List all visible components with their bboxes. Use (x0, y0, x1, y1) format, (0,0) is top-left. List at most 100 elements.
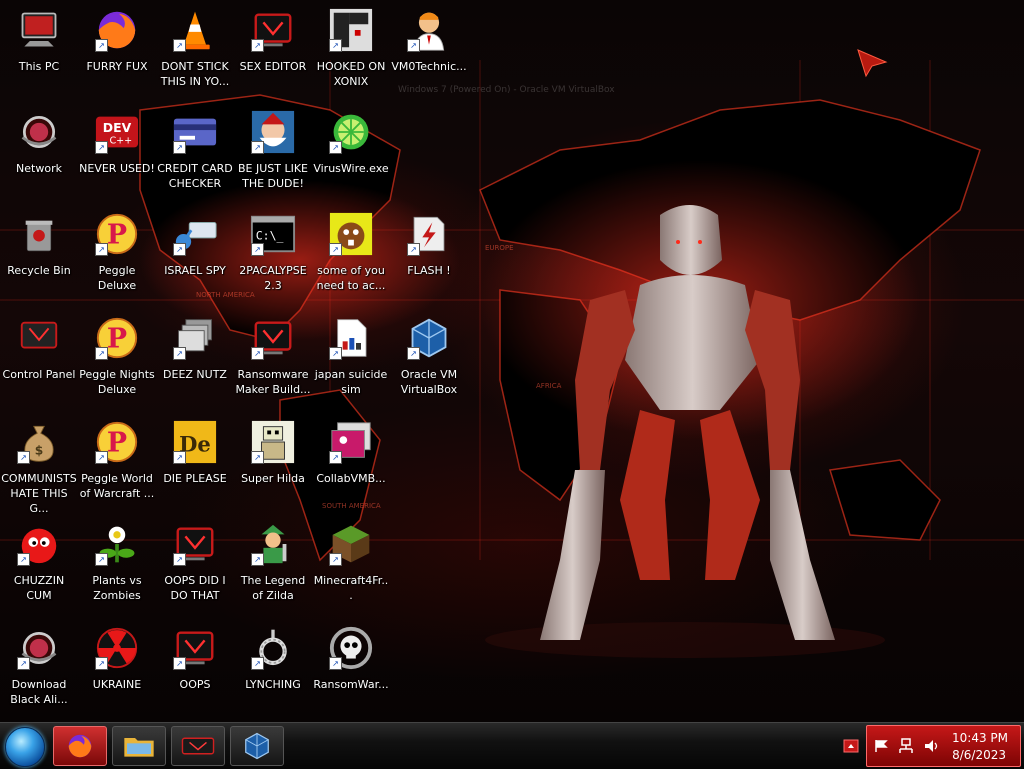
desktop-icon[interactable]: ↗ RansomWar... (312, 624, 390, 692)
document-icon: ↗ (327, 314, 375, 362)
desktop-icon-label: RansomWar... (313, 678, 389, 691)
shortcut-arrow-icon: ↗ (251, 141, 264, 154)
action-center-flag-icon[interactable] (873, 739, 889, 753)
desktop-icon-label: Recycle Bin (7, 264, 71, 277)
desktop-icon[interactable]: ↗ BE JUST LIKE THE DUDE! (234, 108, 312, 191)
shortcut-arrow-icon: ↗ (407, 347, 420, 360)
shortcut-arrow-icon: ↗ (329, 451, 342, 464)
desktop-icon-label: Peggle World of Warcraft ... (79, 472, 155, 500)
shortcut-arrow-icon: ↗ (95, 243, 108, 256)
de-app-icon: De ↗ (171, 418, 219, 466)
taskbar-firefox-button[interactable] (53, 726, 107, 766)
desktop-icon-label: some of you need to ac... (316, 264, 386, 292)
desktop-icon-label: CREDIT CARD CHECKER (157, 162, 233, 190)
virtualbox-icon: ↗ (405, 314, 453, 362)
peggle-icon: P ↗ (93, 418, 141, 466)
alienware-icon: ↗ (171, 520, 219, 568)
desktop-icon[interactable]: ↗ ISRAEL SPY (156, 210, 234, 278)
alienware-icon (181, 737, 215, 755)
desktop-icon[interactable]: P ↗ Peggle World of Warcraft ... (78, 418, 156, 501)
desktop-icon[interactable]: ↗ OOPS (156, 624, 234, 692)
shortcut-arrow-icon: ↗ (173, 347, 186, 360)
shortcut-arrow-icon: ↗ (95, 141, 108, 154)
taskbar-explorer-button[interactable] (112, 726, 166, 766)
desktop-icon-label: VirusWire.exe (313, 162, 389, 175)
volume-icon[interactable] (923, 738, 941, 754)
desktop-icon[interactable]: ↗ DONT STICK THIS IN YO... (156, 6, 234, 89)
skull-ring-icon: ↗ (327, 624, 375, 672)
desktop-icon[interactable]: ↗ OOPS DID I DO THAT (156, 520, 234, 603)
desktop-icon[interactable]: ↗ UKRAINE (78, 624, 156, 692)
shortcut-arrow-icon: ↗ (251, 553, 264, 566)
show-hidden-icons-icon[interactable] (843, 739, 859, 753)
taskbar: 10:43 PM 8/6/2023 (0, 722, 1024, 769)
desktop-icon[interactable]: ↗ some of you need to ac... (312, 210, 390, 293)
desktop-icon-label: Oracle VM VirtualBox (400, 368, 458, 396)
svg-text:P: P (107, 324, 127, 355)
desktop-icon[interactable]: ↗ FURRY FUX (78, 6, 156, 74)
desktop-icon[interactable]: ↗ SEX EDITOR (234, 6, 312, 74)
shortcut-arrow-icon: ↗ (17, 553, 30, 566)
desktop-icon-label: DONT STICK THIS IN YO... (160, 60, 230, 88)
vlc-cone-icon: ↗ (171, 6, 219, 54)
svg-text:C++: C++ (109, 136, 132, 147)
desktop-icon[interactable]: ↗ CollabVMB... (312, 418, 390, 486)
desktop-icon[interactable]: P ↗ Peggle Deluxe (78, 210, 156, 293)
desktop-icon[interactable]: ↗ CREDIT CARD CHECKER (156, 108, 234, 191)
desktop-icon[interactable]: ↗ FLASH ! (390, 210, 468, 278)
taskbar-alienware-button[interactable] (171, 726, 225, 766)
taskbar-virtualbox-button[interactable] (230, 726, 284, 766)
desktop-icon[interactable]: ↗ Plants vs Zombies (78, 520, 156, 603)
clock-time[interactable]: 10:43 PM (952, 731, 1008, 745)
desktop-icon[interactable]: ↗ VM0Technic... (390, 6, 468, 74)
desktop-icon[interactable]: ↗ DEEZ NUTZ (156, 314, 234, 382)
desktop-icon-label: FLASH ! (407, 264, 451, 277)
desktop-icon-label: SEX EDITOR (239, 60, 307, 73)
desktop-icon[interactable]: Network (0, 108, 78, 176)
santa-icon: ↗ (249, 108, 297, 156)
shortcut-arrow-icon: ↗ (95, 451, 108, 464)
desktop-icon[interactable]: ↗ HOOKED ON XONIX (312, 6, 390, 89)
desktop-icon[interactable]: $ ↗ COMMUNISTS HATE THIS G... (0, 418, 78, 516)
computer-icon (15, 6, 63, 54)
desktop-icon[interactable]: This PC (0, 6, 78, 74)
desktop-icon-label: The Legend of Zilda (240, 574, 306, 602)
shortcut-arrow-icon: ↗ (329, 553, 342, 566)
desktop-icon[interactable]: ↗ Minecraft4Fr... (312, 520, 390, 603)
desktop-icon[interactable]: ↗ Ransomware Maker Build... (234, 314, 312, 397)
desktop-icon[interactable]: DEV C++ ↗ NEVER USED! (78, 108, 156, 176)
desktop-icon[interactable]: ↗ LYNCHING (234, 624, 312, 692)
wallpaper-label-africa: AFRICA (536, 382, 562, 390)
pixel-character-icon: ↗ (249, 418, 297, 466)
technician-icon: ↗ (405, 6, 453, 54)
wallpaper-label-south-america: SOUTH AMERICA (322, 502, 381, 510)
cursor-arrow-icon (857, 49, 888, 78)
svg-text:P: P (107, 220, 127, 251)
limewire-icon: ↗ (327, 108, 375, 156)
network-status-icon[interactable] (897, 738, 915, 754)
start-button[interactable] (5, 727, 45, 767)
desktop-icon[interactable]: ↗ Super Hilda (234, 418, 312, 486)
svg-text:P: P (107, 428, 127, 459)
desktop-icon[interactable]: Recycle Bin (0, 210, 78, 278)
desktop-icon[interactable]: P ↗ Peggle Nights Deluxe (78, 314, 156, 397)
desktop-icon-label: LYNCHING (245, 678, 301, 691)
dev-cpp-icon: DEV C++ ↗ (93, 108, 141, 156)
desktop-icon-label: 2PACALYPSE 2.3 (239, 264, 307, 292)
desktop-icon[interactable]: Control Panel (0, 314, 78, 382)
wallpaper-label-europe: EUROPE (485, 244, 514, 252)
desktop-icon[interactable]: ↗ Oracle VM VirtualBox (390, 314, 468, 397)
desktop-icon[interactable]: ↗ CHUZZIN CUM (0, 520, 78, 603)
shortcut-arrow-icon: ↗ (173, 553, 186, 566)
desktop-icon-label: Control Panel (2, 368, 76, 381)
desktop-icon[interactable]: ↗ Download Black Ali... (0, 624, 78, 707)
desktop-icon[interactable]: C:\_ ↗ 2PACALYPSE 2.3 (234, 210, 312, 293)
desktop-icon[interactable]: De ↗ DIE PLEASE (156, 418, 234, 486)
desktop-icon[interactable]: ↗ The Legend of Zilda (234, 520, 312, 603)
desktop-icon[interactable]: ↗ VirusWire.exe (312, 108, 390, 176)
desktop-icon-label: FURRY FUX (86, 60, 148, 73)
svg-text:C:\_: C:\_ (256, 229, 284, 243)
clock-date[interactable]: 8/6/2023 (952, 748, 1006, 762)
folder-icon (124, 738, 154, 757)
desktop-icon[interactable]: ↗ japan suicide sim (312, 314, 390, 397)
